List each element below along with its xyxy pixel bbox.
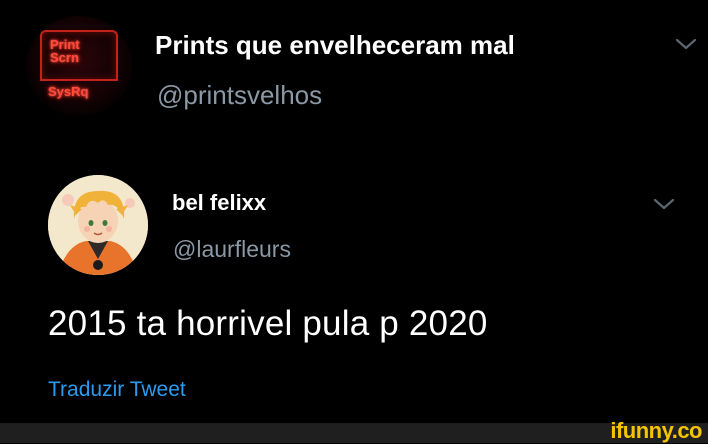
inner-avatar[interactable] [48, 175, 148, 275]
avatar[interactable]: Print Scrn SysRq [26, 16, 132, 116]
quoted-account-header: Print Scrn SysRq Prints que envelheceram… [0, 0, 708, 140]
translate-tweet-link[interactable]: Traduzir Tweet [48, 378, 186, 402]
sysrq-key: SysRq [40, 79, 118, 109]
print-screen-key: Print Scrn [40, 30, 118, 80]
chevron-down-icon[interactable] [653, 197, 675, 211]
inner-display-name[interactable]: bel felixx [172, 190, 266, 216]
chevron-down-icon[interactable] [675, 37, 697, 51]
handle[interactable]: @printsvelhos [157, 80, 322, 111]
display-name[interactable]: Prints que envelheceram mal [155, 30, 515, 61]
tweet-text: 2015 ta horrivel pula p 2020 [48, 304, 488, 343]
key-label-sysrq: SysRq [48, 84, 89, 99]
key-label-scrn: Scrn [50, 50, 79, 65]
footer-bar [0, 423, 708, 443]
ifunny-watermark: ifunny.co [610, 418, 702, 443]
inner-handle[interactable]: @laurfleurs [173, 236, 291, 263]
